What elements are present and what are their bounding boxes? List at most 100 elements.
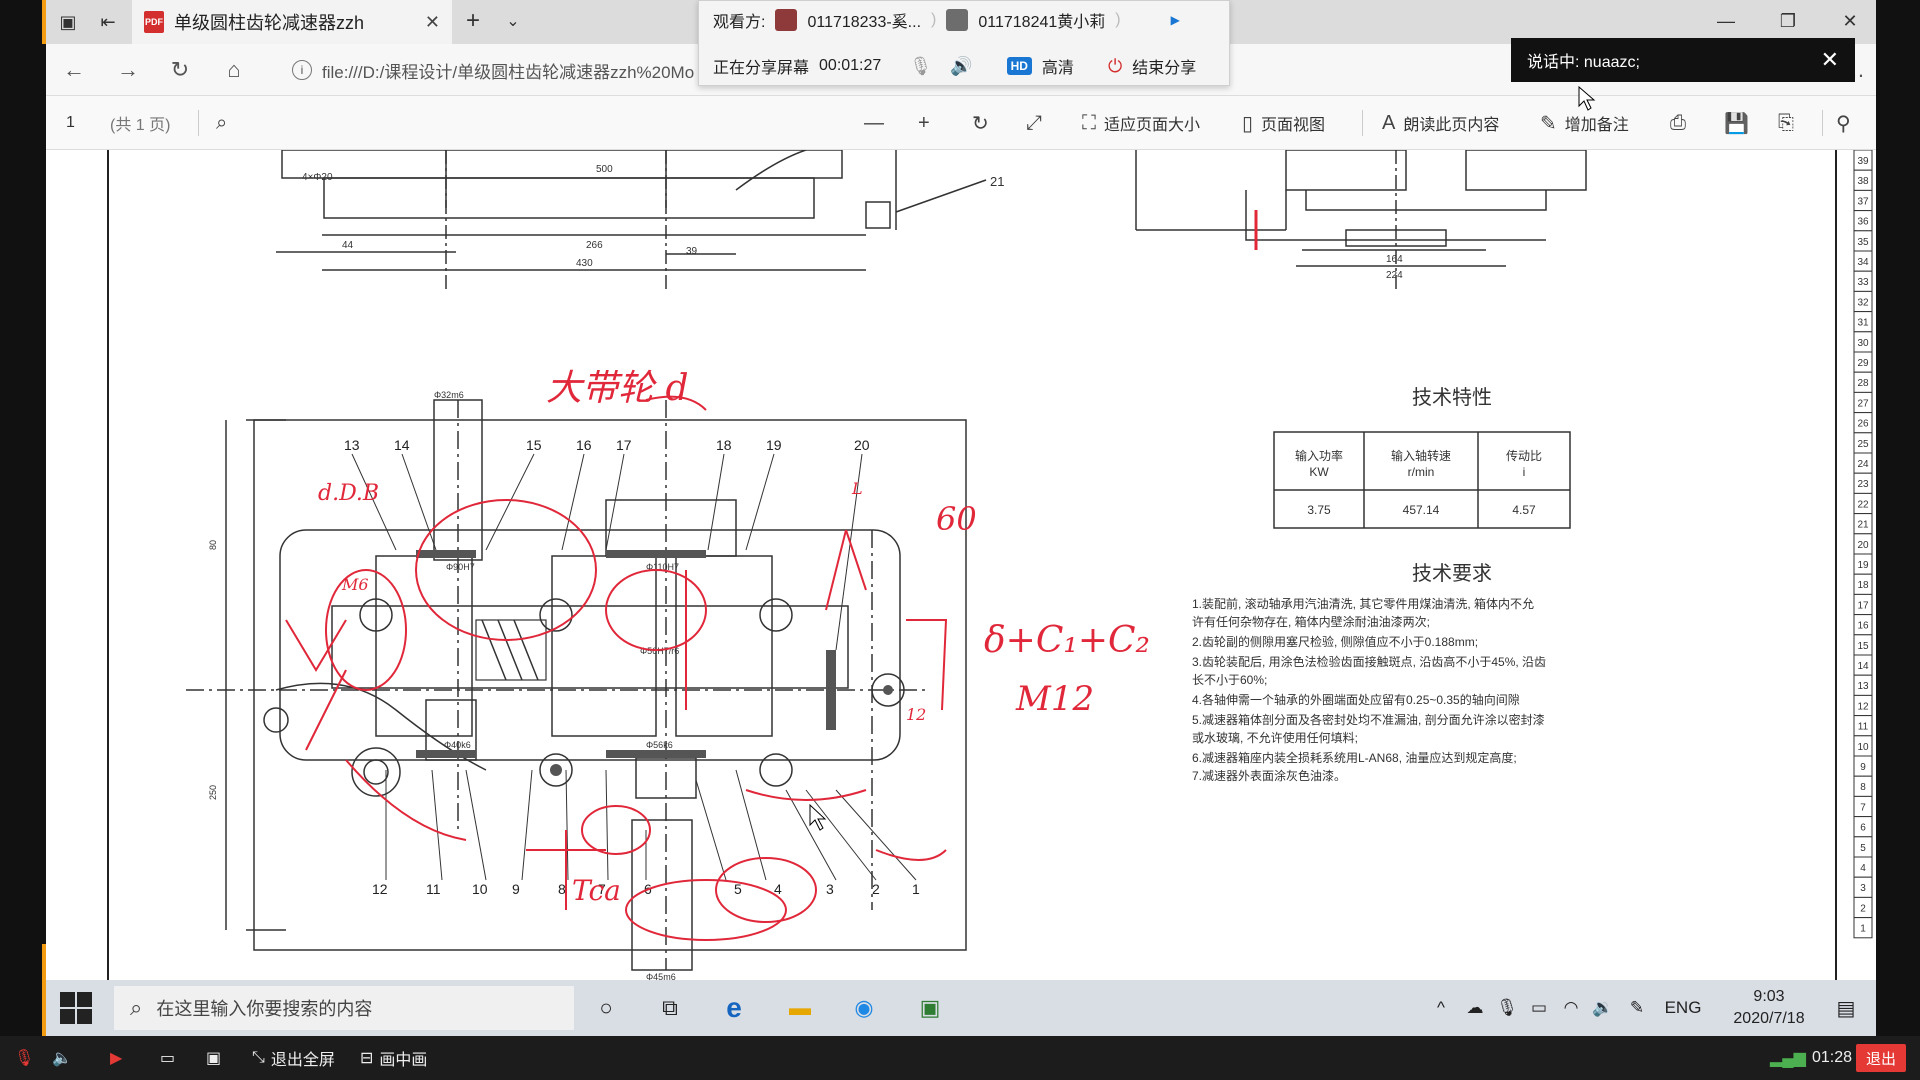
battery-icon[interactable]: ▭ [1524,988,1554,1028]
chevron-down-icon[interactable]: ⌄ [498,6,528,36]
scroll-right-icon[interactable]: ▶ [1171,13,1180,27]
pen-icon[interactable]: ✎ [1622,988,1652,1028]
requirement-line: 5.减速器箱体剖分面及各密封处均不准漏油, 剖分面允许涂以密封漆 [1192,712,1545,727]
tab-close-icon[interactable]: ✕ [425,12,440,33]
part-number: 8 [558,881,566,897]
dim-label: 266 [586,240,603,251]
pen-icon: ✎ [1540,112,1557,135]
refresh-button[interactable]: ↻ [162,54,198,86]
file-explorer-icon[interactable]: ▬ [782,990,818,1026]
fit-label: Φ40k6 [444,740,471,750]
page-number-field[interactable]: 1 [66,106,75,140]
volume-icon[interactable]: 🔉 [1588,988,1618,1028]
ruler-number: 25 [1857,439,1869,450]
viewer-name[interactable]: 011718241黄小莉 [978,8,1105,32]
dim-label: 44 [342,240,354,251]
ruler-number: 5 [1860,843,1866,854]
cortana-icon[interactable]: ○ [588,990,624,1026]
ruler-number: 3 [1860,883,1866,894]
page-view-button[interactable]: ▯ 页面视图 [1242,106,1325,140]
address-bar[interactable]: i file:///D:/课程设计/单级圆柱齿轮减速器zzh%20Mo [282,52,752,88]
part-number: 12 [372,881,388,897]
edge-icon[interactable]: e [716,990,752,1026]
meeting-app-icon[interactable]: ▣ [912,990,948,1026]
ruler-number: 19 [1857,560,1869,571]
ruler-number: 26 [1857,419,1869,430]
pdf-document[interactable]: 4×Φ20 500 266 430 39 44 21 164 224 Φ110H… [46,150,1876,980]
dim-label: 224 [1386,270,1403,281]
dim-label: 430 [576,258,593,269]
fullscreen-icon[interactable]: ⤢ [1026,106,1042,140]
speaker-icon[interactable]: 🔊 [950,56,972,77]
taskbar-clock[interactable]: 9:03 2020/7/18 [1724,986,1814,1030]
print-icon[interactable]: ⎙ [1670,106,1686,140]
mouse-cursor-icon [1578,86,1596,111]
notification-icon[interactable]: ▤ [1826,988,1866,1028]
active-tab[interactable]: PDF 单级圆柱齿轮减速器zzh ✕ [132,0,452,44]
part-number: 13 [344,437,360,453]
microphone-icon[interactable]: 🎙 [1492,988,1522,1028]
rotate-icon[interactable]: ↻ [972,106,989,140]
quality-label[interactable]: 高清 [1042,54,1074,78]
screen-share-panel: 观看方: 011718233-奚... ) 011718241黄小莉 ) ▶ 正… [698,0,1230,86]
toolbar-divider [1362,110,1363,136]
zoom-in-button[interactable]: + [918,106,930,140]
wifi-icon[interactable]: ◠ [1556,988,1586,1028]
fit-label: Φ90H7 [446,562,475,572]
top-dimensions: 4×Φ20 500 266 430 39 44 21 [302,164,1004,269]
home-button[interactable]: ⌂ [216,54,252,86]
viewer-name[interactable]: 011718233-奚... [807,8,921,32]
mic-muted-icon[interactable]: 🎙 [14,1044,34,1072]
camera-off-icon[interactable]: ▶ [110,1044,122,1072]
speaker-icon[interactable]: 🔈 [52,1044,72,1072]
end-share-button[interactable]: 结束分享 [1132,54,1196,78]
share-screen-icon[interactable]: ▭ [160,1044,175,1072]
exit-fullscreen-button[interactable]: ⤡ 退出全屏 [252,1044,335,1072]
minimize-button[interactable]: — [1706,6,1746,36]
save-icon[interactable]: 💾 [1724,106,1749,140]
back-button[interactable]: ← [56,54,92,86]
requirement-line: 长不小于60%; [1192,673,1267,687]
language-indicator[interactable]: ENG [1658,988,1708,1028]
pip-icon: ⊟ [360,1050,374,1067]
pin-icon[interactable]: ⚲ [1836,106,1851,140]
exit-meeting-button[interactable]: 退出 [1856,1044,1906,1072]
windows-start-icon[interactable] [60,992,92,1024]
tab-actions-icon[interactable]: ▣ [52,8,84,36]
ruler-number: 29 [1857,358,1869,369]
taskbar-search[interactable]: ⌕ 在这里输入你要搜索的内容 [114,986,574,1030]
task-view-icon[interactable]: ⧉ [652,990,688,1026]
search-icon[interactable]: ⌕ [216,106,227,140]
info-icon[interactable]: i [292,60,312,80]
power-icon[interactable]: ⏻ [1108,56,1122,77]
fit-page-button[interactable]: ⛶ 适应页面大小 [1082,106,1200,140]
part-number: 9 [512,881,520,897]
ruler-number: 10 [1857,742,1869,753]
restore-button[interactable]: ❐ [1768,6,1808,36]
onedrive-icon[interactable]: ☁ [1460,988,1490,1028]
tray-expand-icon[interactable]: ^ [1426,988,1456,1028]
feishu-icon[interactable]: ◉ [846,990,882,1026]
search-icon: ⌕ [130,995,143,1020]
sound-icon: ) [931,11,937,28]
ruler-number: 17 [1857,600,1869,611]
part-number: 11 [426,881,441,897]
tab-back-icon[interactable]: ⇤ [92,8,124,36]
signal-icon: ▂▄▆ [1770,1050,1806,1067]
toast-close-icon[interactable]: ✕ [1821,47,1839,73]
handwritten-label: 60 [936,500,977,538]
zoom-out-button[interactable]: — [864,106,884,140]
forward-button[interactable]: → [110,54,146,86]
save-as-icon[interactable]: ⎘ [1778,106,1794,140]
chat-icon[interactable]: ▣ [206,1044,221,1072]
sound-icon: ) [1115,11,1121,28]
read-aloud-button[interactable]: A 朗读此页内容 [1382,106,1499,140]
picture-in-picture-button[interactable]: ⊟ 画中画 [360,1044,427,1072]
part-number: 19 [766,437,782,453]
microphone-icon[interactable]: 🎙 [909,56,932,77]
close-window-button[interactable]: ✕ [1830,6,1870,36]
fit-page-label: 适应页面大小 [1104,117,1201,134]
ruler-number: 20 [1857,540,1869,551]
handwritten-label: d.D.B [318,481,379,506]
new-tab-button[interactable]: + [458,6,488,36]
